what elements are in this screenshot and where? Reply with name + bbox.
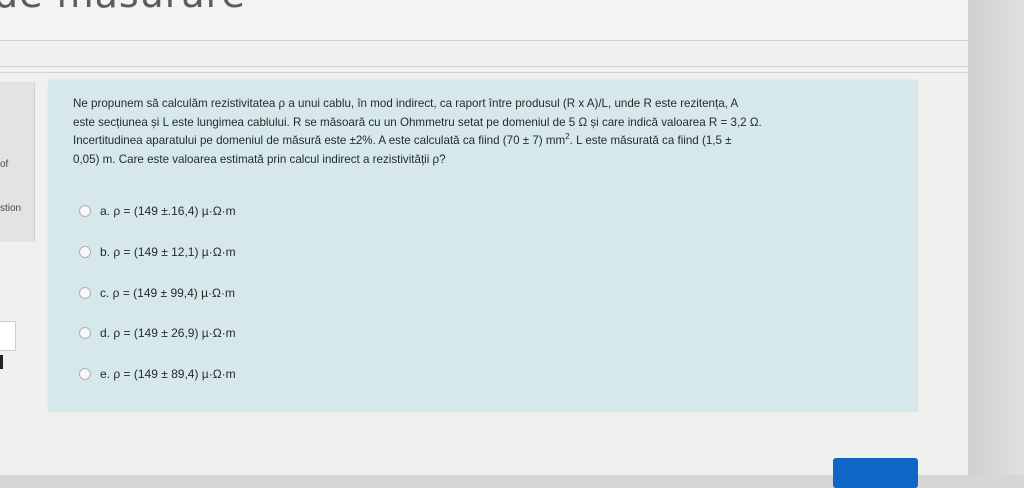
flag-question-link[interactable]: stion [0, 203, 21, 214]
radio-button[interactable] [79, 327, 91, 339]
page-header: de măsurare [0, 0, 968, 41]
sidebar-marker [0, 355, 3, 369]
quiz-page: de măsurare of stion Ne propunem să calc… [0, 0, 968, 488]
option-label: c. ρ = (149 ± 99,4) µ·Ω·m [100, 286, 235, 300]
option-label: a. ρ = (149 ±.16,4) µ·Ω·m [100, 204, 236, 218]
question-text-line: 0,05) m. Care este valoarea estimată pri… [73, 152, 446, 166]
question-text: Ne propunem să calculăm rezistivitatea ρ… [73, 95, 913, 169]
answer-option-b[interactable]: b. ρ = (149 ± 12,1) µ·Ω·m [79, 242, 236, 262]
question-text-line: Incertitudinea aparatului pe domeniul de… [73, 132, 913, 151]
sidebar-box [0, 321, 16, 351]
question-text-line: Ne propunem să calculăm rezistivitatea ρ… [73, 97, 739, 110]
answer-option-e[interactable]: e. ρ = (149 ± 89,4) µ·Ω·m [79, 364, 236, 384]
answer-option-a[interactable]: a. ρ = (149 ±.16,4) µ·Ω·m [79, 201, 236, 221]
question-card: Ne propunem să calculăm rezistivitatea ρ… [48, 80, 918, 412]
page-heading: de măsurare [0, 0, 246, 16]
option-label: d. ρ = (149 ± 26,9) µ·Ω·m [100, 326, 236, 340]
question-text-segment: . L este măsurată ca fiind (1,5 ± [569, 134, 732, 147]
divider [0, 66, 968, 67]
window-edge [968, 0, 1024, 475]
option-label: e. ρ = (149 ± 89,4) µ·Ω·m [100, 367, 236, 381]
question-text-segment: Incertitudinea aparatului pe domeniul de… [73, 134, 566, 147]
question-info-of: of [0, 159, 9, 170]
question-info-panel: of stion [0, 82, 35, 242]
radio-button[interactable] [79, 246, 91, 258]
divider [0, 72, 968, 73]
answer-option-d[interactable]: d. ρ = (149 ± 26,9) µ·Ω·m [79, 323, 236, 343]
radio-button[interactable] [79, 287, 91, 299]
radio-button[interactable] [79, 368, 91, 380]
question-text-line: este secțiunea și L este lungimea cablul… [73, 115, 762, 129]
radio-button[interactable] [79, 205, 91, 217]
option-label: b. ρ = (149 ± 12,1) µ·Ω·m [100, 245, 236, 259]
answer-option-c[interactable]: c. ρ = (149 ± 99,4) µ·Ω·m [79, 283, 235, 303]
next-page-button[interactable] [833, 458, 918, 488]
